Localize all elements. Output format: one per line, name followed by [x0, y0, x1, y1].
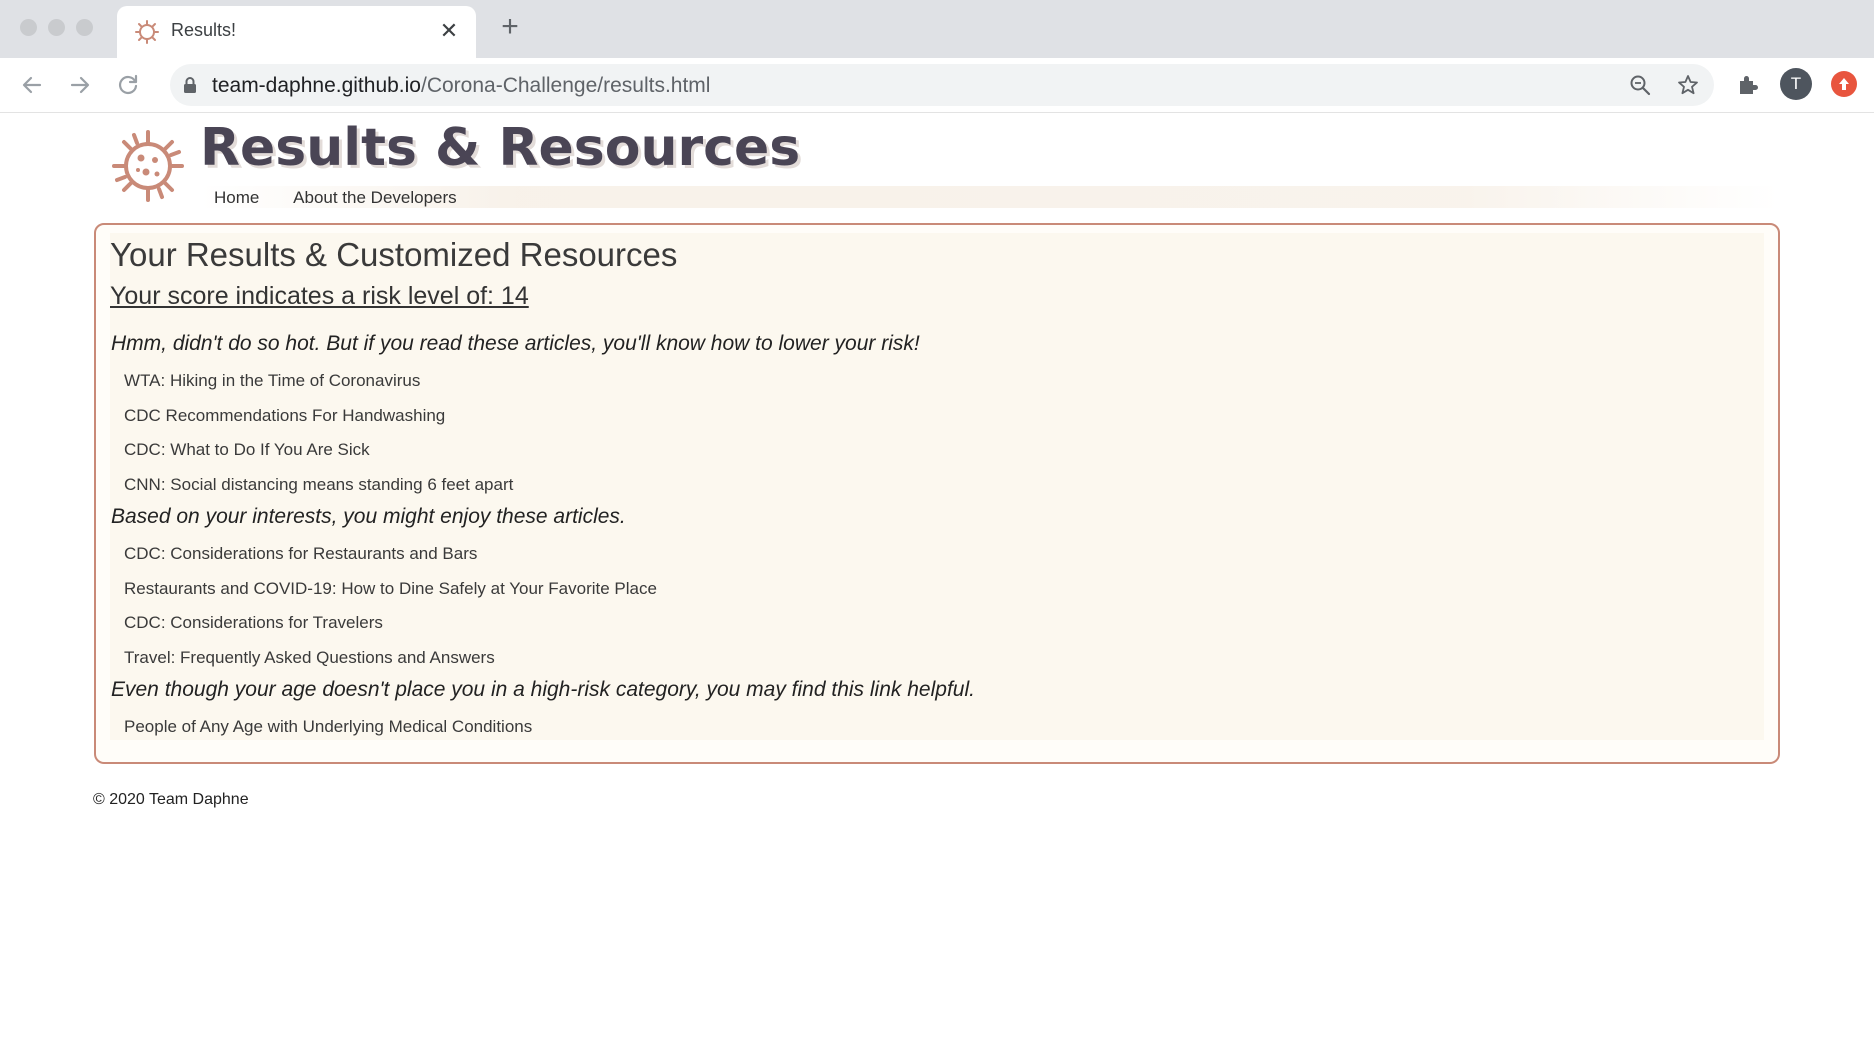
bookmark-star-icon[interactable]	[1676, 73, 1700, 97]
reload-icon[interactable]	[112, 69, 144, 101]
browser-tab[interactable]: Results! ✕	[117, 6, 476, 58]
article-link[interactable]: CNN: Social distancing means standing 6 …	[124, 475, 513, 495]
section-intro-risk: Hmm, didn't do so hot. But if you read t…	[111, 332, 920, 355]
forward-arrow-icon[interactable]	[64, 69, 96, 101]
article-link[interactable]: WTA: Hiking in the Time of Coronavirus	[124, 371, 420, 391]
virus-icon	[135, 20, 159, 44]
update-icon[interactable]	[1831, 71, 1857, 97]
window-zoom-control[interactable]	[76, 19, 93, 36]
risk-score: Your score indicates a risk level of: 14	[110, 282, 529, 310]
article-link[interactable]: CDC: What to Do If You Are Sick	[124, 440, 370, 460]
virus-logo-icon	[112, 130, 184, 202]
zoom-icon[interactable]	[1628, 73, 1652, 97]
extensions-puzzle-icon[interactable]	[1735, 72, 1761, 98]
window-minimize-control[interactable]	[48, 19, 65, 36]
footer-copyright: © 2020 Team Daphne	[93, 791, 249, 808]
article-link[interactable]: People of Any Age with Underlying Medica…	[124, 717, 532, 737]
article-link[interactable]: Restaurants and COVID-19: How to Dine Sa…	[124, 579, 657, 599]
url-path: /Corona-Challenge/results.html	[421, 74, 711, 97]
profile-avatar[interactable]: T	[1780, 68, 1812, 100]
close-icon[interactable]: ✕	[436, 18, 462, 44]
address-bar[interactable]: team-daphne.github.io/Corona-Challenge/r…	[170, 64, 1714, 106]
site-title: Results & Resources	[200, 118, 801, 178]
section-intro-age: Even though your age doesn't place you i…	[111, 678, 975, 701]
article-link[interactable]: CDC Recommendations For Handwashing	[124, 406, 445, 426]
article-link[interactable]: Travel: Frequently Asked Questions and A…	[124, 648, 495, 668]
new-tab-button[interactable]: +	[496, 12, 524, 42]
section-intro-interests: Based on your interests, you might enjoy…	[111, 505, 626, 528]
article-link[interactable]: CDC: Considerations for Restaurants and …	[124, 544, 477, 564]
nav-link-about-developers[interactable]: About the Developers	[293, 188, 457, 207]
browser-tab-bar: Results! ✕ +	[0, 0, 1874, 58]
results-heading: Your Results & Customized Resources	[110, 236, 678, 273]
article-link[interactable]: CDC: Considerations for Travelers	[124, 613, 383, 633]
url-text[interactable]: team-daphne.github.io/Corona-Challenge/r…	[212, 74, 710, 98]
tab-title: Results!	[171, 20, 237, 40]
browser-toolbar: team-daphne.github.io/Corona-Challenge/r…	[0, 58, 1874, 113]
window-close-control[interactable]	[20, 19, 37, 36]
site-nav: Home About the Developers	[214, 188, 487, 208]
back-arrow-icon[interactable]	[16, 69, 48, 101]
update-arrow-icon	[1839, 78, 1849, 90]
nav-link-home[interactable]: Home	[214, 188, 259, 207]
lock-icon[interactable]	[182, 76, 198, 94]
url-domain: team-daphne.github.io	[212, 74, 421, 97]
